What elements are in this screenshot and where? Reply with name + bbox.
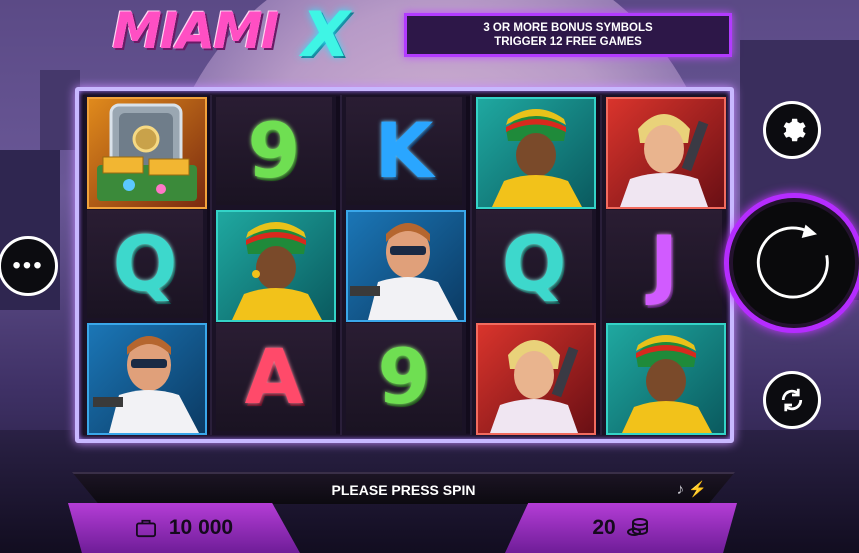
settings-button[interactable] <box>763 101 821 159</box>
spin-button[interactable] <box>724 193 859 333</box>
symbol-blonde-gunman <box>476 323 596 435</box>
symbol-bonus-vault <box>87 97 207 209</box>
symbol-q: Q <box>476 210 592 318</box>
logo-main-text: MIAMI <box>112 2 279 60</box>
banner-line-2: TRIGGER 12 FREE GAMES <box>494 36 642 48</box>
reel-1: Q <box>83 95 207 435</box>
symbol-9: 9 <box>346 323 462 431</box>
gear-icon <box>783 118 806 142</box>
symbol-q: Q <box>87 210 203 318</box>
reel-5: J <box>600 95 726 435</box>
symbol-detective <box>346 210 466 322</box>
bonus-info-banner: 3 OR MORE BONUS SYMBOLS TRIGGER 12 FREE … <box>404 13 732 57</box>
symbol-j: J <box>606 210 722 318</box>
bet-panel[interactable]: 20 <box>505 503 737 553</box>
symbol-detective <box>87 323 207 435</box>
briefcase-icon <box>135 519 156 538</box>
status-message: PLEASE PRESS SPIN <box>331 482 476 498</box>
background-building <box>40 70 80 150</box>
coins-icon <box>626 518 648 536</box>
reels-frame: Q 9 A K 9 Q J <box>75 87 734 443</box>
music-note-icon[interactable]: ♪ <box>677 481 685 498</box>
reel-3: K 9 <box>340 95 466 435</box>
balance-value: 10 000 <box>168 516 234 539</box>
game-logo: MIAMI X <box>112 0 382 71</box>
symbol-blonde-gunman <box>606 97 726 209</box>
banner-line-1: 3 OR MORE BONUS SYMBOLS <box>483 22 653 34</box>
reel-2: 9 A <box>210 95 336 435</box>
autoplay-icon <box>781 388 803 412</box>
symbol-rasta-lady <box>216 210 336 322</box>
symbol-k: K <box>346 97 462 205</box>
lightning-icon[interactable]: ⚡ <box>688 481 707 498</box>
more-dots-icon: ••• <box>12 252 44 279</box>
symbol-a: A <box>216 323 332 431</box>
balance-panel: 10 000 <box>68 503 300 553</box>
autoplay-button[interactable] <box>763 371 821 429</box>
symbol-9: 9 <box>216 97 332 205</box>
spin-arrow-icon <box>756 224 829 299</box>
bet-value: 20 <box>592 516 616 539</box>
menu-button[interactable]: ••• <box>0 236 58 296</box>
status-icons: ♪ ⚡ <box>677 480 707 498</box>
logo-x-text: X <box>302 0 350 71</box>
symbol-rasta-lady <box>476 97 596 209</box>
status-bar: PLEASE PRESS SPIN ♪ ⚡ <box>72 472 735 504</box>
reel-4: Q <box>470 95 596 435</box>
symbol-rasta-lady <box>606 323 726 435</box>
